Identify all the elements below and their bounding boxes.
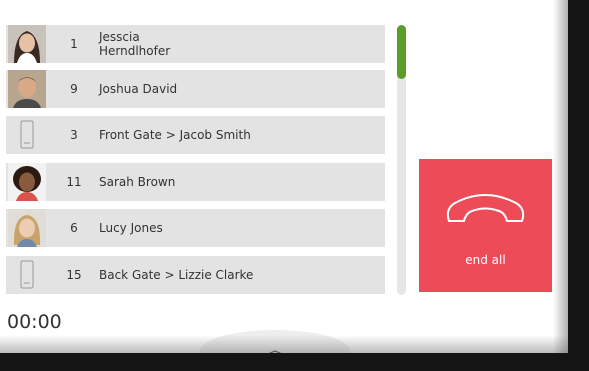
caller-name-line2: Herndlhofer <box>99 44 171 58</box>
end-all-label: end all <box>465 253 506 267</box>
avatar-joshua <box>8 70 46 108</box>
call-row-5[interactable]: 6 Lucy Jones <box>6 209 385 247</box>
intercom-device-icon <box>8 256 46 294</box>
end-all-button[interactable]: end all <box>419 159 552 292</box>
call-number: 1 <box>70 37 78 51</box>
call-number: 6 <box>70 221 78 235</box>
avatar-jessica <box>8 25 46 63</box>
intercom-device-icon <box>8 116 46 154</box>
call-row-2[interactable]: 9 Joshua David <box>6 70 385 108</box>
avatar-lucy <box>8 209 46 247</box>
caller-name-line1: Jesscia <box>99 30 140 44</box>
caller-name-line1: Joshua David <box>99 82 178 96</box>
call-row-1[interactable]: 1 Jesscia Herndlhofer <box>6 25 385 63</box>
call-row-3[interactable]: 3 Front Gate > Jacob Smith <box>6 116 385 154</box>
call-list-scrollbar[interactable] <box>397 25 406 295</box>
call-number: 15 <box>66 268 82 282</box>
caller-name-line1: Front Gate > Jacob Smith <box>99 128 251 142</box>
caller-name: Sarah Brown <box>99 175 175 189</box>
device-frame <box>0 353 589 371</box>
hang-up-phone-icon <box>441 191 530 235</box>
call-number: 11 <box>66 175 82 189</box>
call-number: 3 <box>70 128 78 142</box>
caller-name: Back Gate > Lizzie Clarke <box>99 268 253 282</box>
call-timer: 00:00 <box>7 311 62 333</box>
caller-name-line1: Back Gate > Lizzie Clarke <box>99 268 254 282</box>
call-screen: 1 Jesscia Herndlhofer 9 Joshua David 3 F… <box>0 0 568 360</box>
call-number: 9 <box>70 82 78 96</box>
scrollbar-thumb[interactable] <box>397 25 406 79</box>
caller-name: Lucy Jones <box>99 221 163 235</box>
caller-name: Front Gate > Jacob Smith <box>99 128 251 142</box>
caller-name-line1: Lucy Jones <box>99 221 163 235</box>
call-row-4[interactable]: 11 Sarah Brown <box>6 163 385 201</box>
caller-name-line1: Sarah Brown <box>99 175 176 189</box>
device-frame <box>568 0 589 371</box>
caller-name: Jesscia Herndlhofer <box>99 30 170 58</box>
call-row-6[interactable]: 15 Back Gate > Lizzie Clarke <box>6 256 385 294</box>
frame-shadow <box>553 0 569 355</box>
avatar-sarah <box>8 163 46 201</box>
caller-name: Joshua David <box>99 82 177 96</box>
frame-shadow <box>0 335 568 355</box>
